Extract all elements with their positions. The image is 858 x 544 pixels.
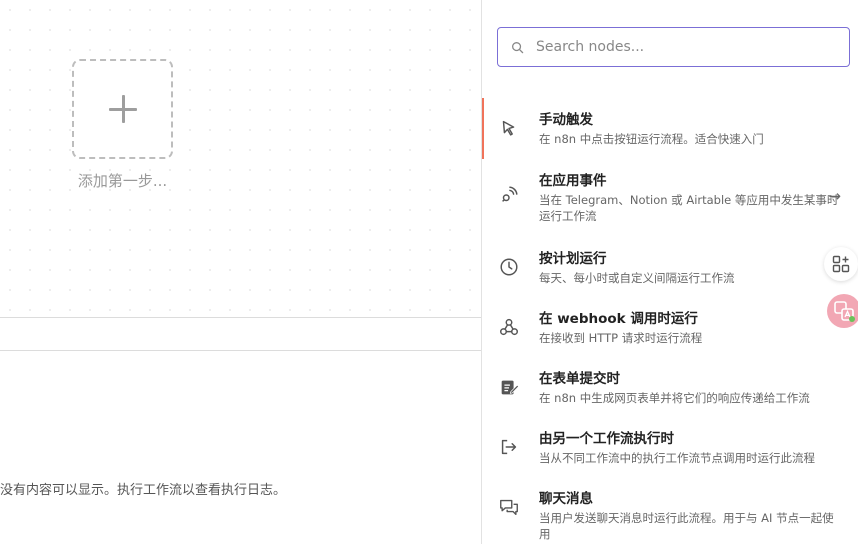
node-title: 由另一个工作流执行时 [539, 431, 674, 447]
panel-divider [0, 319, 481, 351]
workflow-canvas[interactable]: 添加第一步... [0, 0, 481, 318]
cursor-icon [498, 117, 522, 141]
node-item-webhook[interactable]: 在 webhook 调用时运行 在接收到 HTTP 请求时运行流程 [482, 297, 858, 357]
node-item-form-submit[interactable]: 在表单提交时 在 n8n 中生成网页表单并将它们的响应传递给工作流 [482, 357, 858, 417]
node-description: 当从不同工作流中的执行工作流节点调用时运行此流程 [539, 451, 815, 465]
node-item-manual-trigger[interactable]: 手动触发 在 n8n 中点击按钮运行流程。适合快速入门 [482, 98, 858, 159]
node-item-app-event[interactable]: 在应用事件 当在 Telegram、Notion 或 Airtable 等应用中… [482, 159, 858, 237]
node-description: 在 n8n 中点击按钮运行流程。适合快速入门 [539, 132, 764, 146]
apps-icon [832, 255, 850, 273]
node-title: 聊天消息 [539, 491, 593, 507]
node-title: 在表单提交时 [539, 371, 620, 387]
sign-in-icon [498, 436, 522, 460]
arrow-right-icon: → [828, 187, 841, 205]
translate-widget-button[interactable] [827, 294, 858, 328]
satellite-icon [498, 184, 522, 208]
node-description: 每天、每小时或自定义间隔运行工作流 [539, 271, 735, 285]
add-first-step-button[interactable] [72, 59, 173, 159]
translate-icon [834, 301, 855, 322]
node-description: 在接收到 HTTP 请求时运行流程 [539, 331, 703, 345]
chat-icon [498, 496, 522, 520]
node-item-chat-message[interactable]: 聊天消息 当用户发送聊天消息时运行此流程。用于与 AI 节点一起使用 [482, 477, 858, 544]
search-box[interactable] [497, 27, 850, 67]
node-creator-panel: 手动触发 在 n8n 中点击按钮运行流程。适合快速入门 在应用事件 当在 Tel… [481, 0, 858, 544]
node-item-sub-workflow[interactable]: 由另一个工作流执行时 当从不同工作流中的执行工作流节点调用时运行此流程 [482, 417, 858, 477]
node-title: 在 webhook 调用时运行 [539, 311, 698, 327]
node-title: 手动触发 [539, 112, 593, 128]
add-first-step-label: 添加第一步... [77, 172, 168, 190]
webhook-icon [498, 316, 522, 340]
node-title: 按计划运行 [539, 251, 607, 267]
form-icon [498, 376, 522, 400]
node-description: 当用户发送聊天消息时运行此流程。用于与 AI 节点一起使用 [539, 511, 834, 541]
node-description: 在 n8n 中生成网页表单并将它们的响应传递给工作流 [539, 391, 810, 405]
plus-icon [108, 95, 137, 123]
node-item-schedule[interactable]: 按计划运行 每天、每小时或自定义间隔运行工作流 [482, 237, 858, 297]
clock-icon [498, 256, 522, 280]
logs-empty-message: 前还没有内容可以显示。执行工作流以查看执行日志。 [0, 483, 286, 498]
search-icon [512, 41, 524, 53]
search-input[interactable] [536, 39, 826, 55]
node-title: 在应用事件 [539, 173, 607, 189]
apps-widget-button[interactable] [824, 247, 858, 281]
logs-panel: 前还没有内容可以显示。执行工作流以查看执行日志。 [0, 352, 481, 544]
node-description: 当在 Telegram、Notion 或 Airtable 等应用中发生某事时运… [539, 193, 839, 223]
trigger-node-list: 手动触发 在 n8n 中点击按钮运行流程。适合快速入门 在应用事件 当在 Tel… [482, 98, 858, 544]
